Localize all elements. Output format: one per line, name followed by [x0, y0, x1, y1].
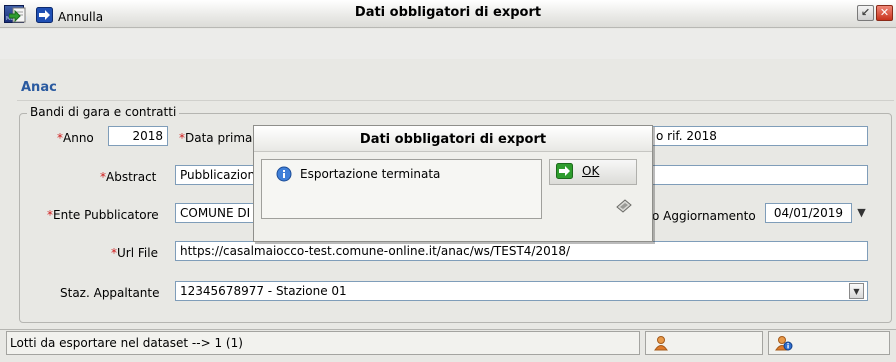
ok-button-label[interactable]: OK	[582, 164, 599, 178]
fieldset-legend: Bandi di gara e contratti	[27, 105, 180, 119]
aggiornamento-label: o Aggiornamento	[652, 209, 756, 223]
ente-input[interactable]: COMUNE DI	[175, 203, 255, 223]
status-text: Lotti da esportare nel dataset --> 1 (1)	[10, 336, 243, 350]
restore-button[interactable]: ↙	[857, 5, 874, 21]
url-file-input[interactable]: https://casalmaiocco-test.comune-online.…	[175, 241, 868, 261]
abstract-input[interactable]: Pubblicazione	[175, 165, 255, 185]
date-dropdown-button[interactable]: ▼	[854, 205, 869, 221]
section-title: Anac	[21, 80, 57, 95]
info-icon	[276, 166, 292, 182]
arrow-right-icon[interactable]	[36, 7, 54, 23]
dialog-title: Dati obbligatori di export	[359, 132, 547, 147]
window-title: Dati obbligatori di export	[354, 5, 542, 20]
staz-label: Staz. Appaltante	[60, 286, 160, 300]
clipboard-icon[interactable]	[614, 198, 632, 214]
export-icon[interactable]	[8, 7, 27, 23]
dialog-message: Esportazione terminata	[300, 167, 441, 181]
staz-dropdown-button[interactable]: ▼	[849, 283, 864, 299]
aggiornamento-date-input[interactable]: 04/01/2019	[765, 203, 852, 223]
cancel-button-label[interactable]: Annulla	[58, 10, 103, 24]
arrow-right-icon[interactable]	[556, 163, 574, 179]
staz-appaltante-select[interactable]: 12345678977 - Stazione 01	[175, 281, 868, 301]
anno-label: *Anno	[57, 131, 94, 145]
abstract-input-right[interactable]	[652, 165, 868, 185]
anno-input[interactable]: 2018	[108, 126, 168, 146]
user-info-icon[interactable]	[775, 335, 793, 351]
section-divider	[17, 100, 894, 101]
user-icon[interactable]	[653, 335, 669, 351]
ente-label: *Ente Pubblicatore	[47, 208, 159, 222]
abstract-label: *Abstract	[100, 170, 157, 184]
toolbar	[0, 29, 896, 59]
riferimento-input[interactable]: o rif. 2018	[652, 126, 868, 146]
url-label: *Url File	[111, 246, 158, 260]
close-button[interactable]: ✕	[876, 5, 893, 21]
data-prima-label: *Data prima	[179, 131, 253, 145]
